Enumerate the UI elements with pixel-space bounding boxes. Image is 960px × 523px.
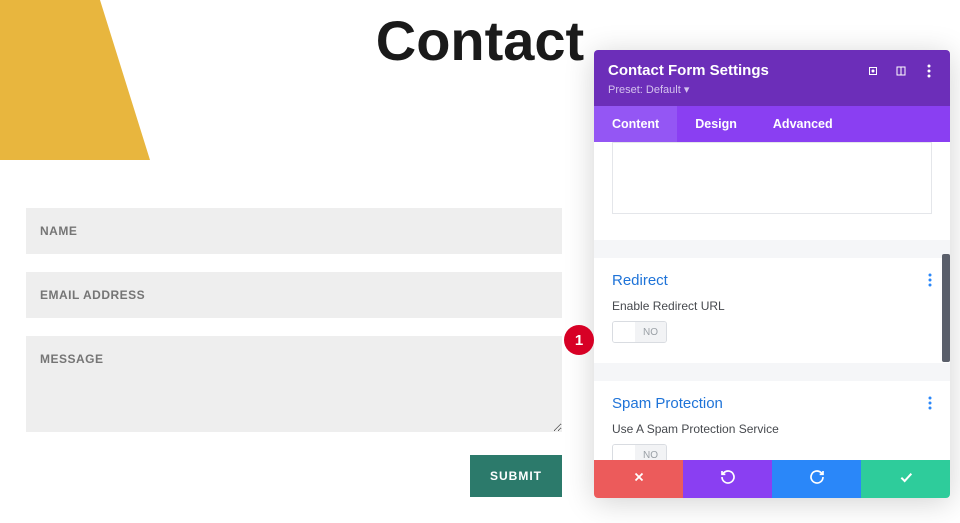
menu-icon[interactable] bbox=[922, 64, 936, 78]
panel-header: Contact Form Settings Preset: Default ▾ bbox=[594, 50, 950, 106]
toggle-redirect[interactable]: NO bbox=[612, 321, 667, 343]
section-menu-icon[interactable] bbox=[928, 273, 932, 289]
redo-icon bbox=[809, 469, 825, 490]
section-menu-icon[interactable] bbox=[928, 396, 932, 412]
contact-form: SUBMIT bbox=[26, 208, 562, 497]
toggle-value: NO bbox=[635, 322, 666, 342]
section-spam: Spam Protection Use A Spam Protection Se… bbox=[594, 381, 950, 460]
submit-button[interactable]: SUBMIT bbox=[470, 455, 562, 497]
tab-content[interactable]: Content bbox=[594, 106, 677, 142]
preset-label: Preset: Default bbox=[608, 84, 681, 96]
scrollbar[interactable] bbox=[942, 254, 950, 362]
option-label-spam: Use A Spam Protection Service bbox=[612, 422, 932, 436]
panel-actions bbox=[594, 460, 950, 498]
chevron-down-icon: ▾ bbox=[684, 84, 690, 96]
drag-icon[interactable] bbox=[894, 64, 908, 78]
close-icon bbox=[632, 470, 646, 489]
undo-button[interactable] bbox=[683, 460, 772, 498]
tab-design[interactable]: Design bbox=[677, 106, 755, 142]
toggle-value: NO bbox=[635, 445, 666, 460]
name-field[interactable] bbox=[26, 208, 562, 254]
email-field[interactable] bbox=[26, 272, 562, 318]
section-title-redirect: Redirect bbox=[612, 272, 668, 289]
undo-icon bbox=[720, 469, 736, 490]
panel-body[interactable]: Redirect Enable Redirect URL NO Spam Pro… bbox=[594, 142, 950, 460]
textarea-field[interactable] bbox=[612, 142, 932, 214]
annotation-badge: 1 bbox=[564, 325, 594, 355]
redo-button[interactable] bbox=[772, 460, 861, 498]
section-title-spam: Spam Protection bbox=[612, 395, 723, 412]
section-prev bbox=[594, 142, 950, 240]
preset-selector[interactable]: Preset: Default ▾ bbox=[608, 83, 936, 96]
settings-panel: Contact Form Settings Preset: Default ▾ … bbox=[594, 50, 950, 498]
check-icon bbox=[898, 469, 914, 490]
panel-title: Contact Form Settings bbox=[608, 62, 769, 79]
section-redirect: Redirect Enable Redirect URL NO bbox=[594, 258, 950, 363]
cancel-button[interactable] bbox=[594, 460, 683, 498]
expand-icon[interactable] bbox=[866, 64, 880, 78]
tab-advanced[interactable]: Advanced bbox=[755, 106, 851, 142]
toggle-spam[interactable]: NO bbox=[612, 444, 667, 460]
panel-tabs: Content Design Advanced bbox=[594, 106, 950, 142]
save-button[interactable] bbox=[861, 460, 950, 498]
option-label-redirect: Enable Redirect URL bbox=[612, 299, 932, 313]
message-field[interactable] bbox=[26, 336, 562, 432]
